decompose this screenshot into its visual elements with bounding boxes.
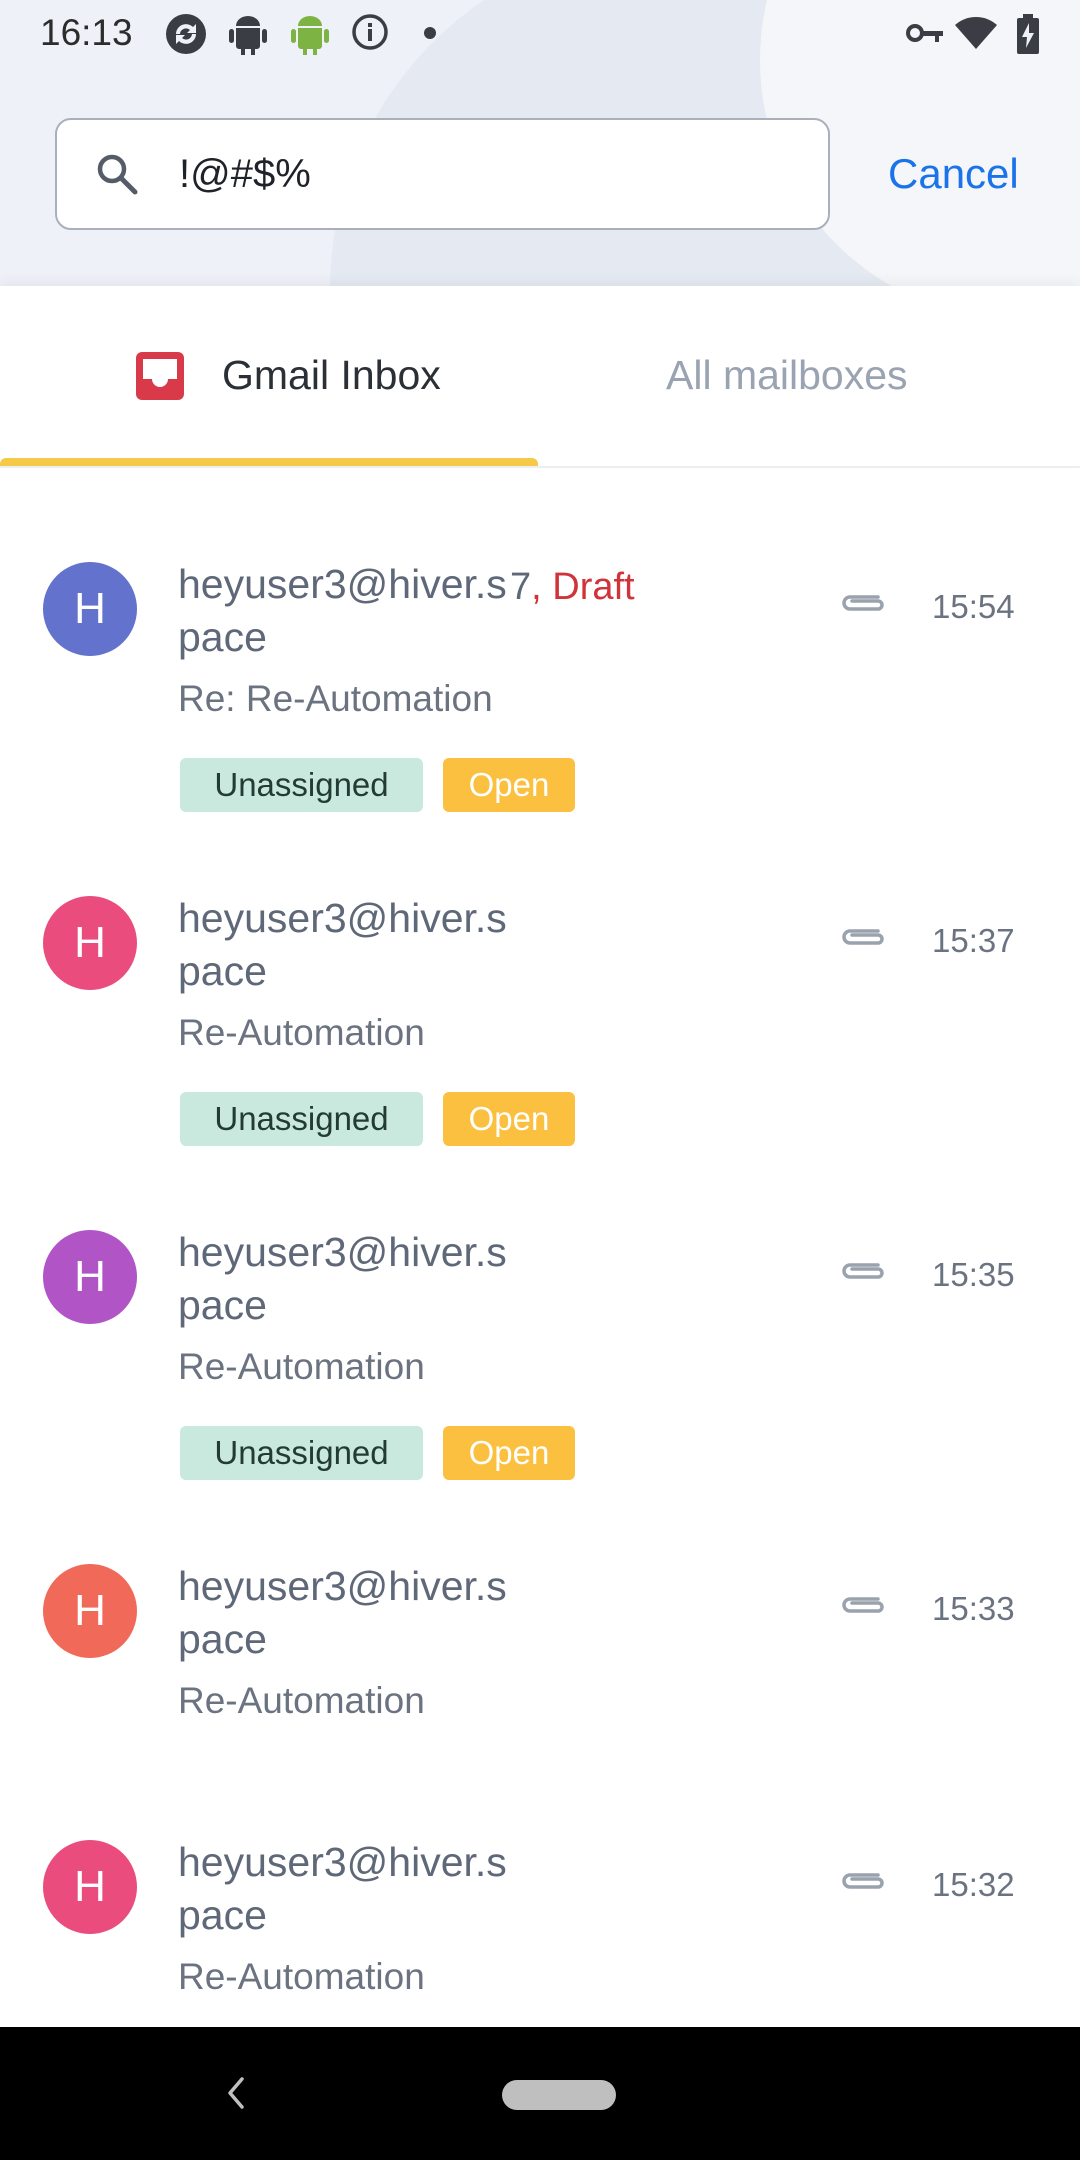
attachment-icon [838, 1866, 888, 1901]
subject: Re: Re-Automation [178, 678, 493, 719]
status-badge: Open [443, 758, 575, 812]
sender: heyuser3@hiver.space [178, 895, 507, 994]
status-badge: Open [443, 1426, 575, 1480]
email-list-item[interactable]: H heyuser3@hiver.space Re-Automation 15:… [0, 1560, 1080, 1810]
attachment-icon [838, 922, 888, 957]
sender: heyuser3@hiver.space [178, 1229, 507, 1328]
tab-gmail-inbox[interactable]: Gmail Inbox [0, 286, 540, 466]
subject: Re-Automation [178, 1346, 425, 1387]
timestamp: 15:54 [932, 588, 1015, 625]
sender: heyuser3@hiver.space [178, 561, 507, 660]
info-icon [350, 12, 390, 57]
search-header: 16:13 Cancel [0, 0, 1080, 286]
battery-charging-icon [1016, 14, 1040, 59]
dot-icon [423, 26, 437, 45]
active-tab-indicator [0, 458, 538, 466]
tab-label: Gmail Inbox [222, 352, 441, 398]
navigation-bar [0, 2027, 1080, 2160]
android-green-icon [290, 12, 330, 61]
search-input[interactable] [179, 144, 779, 204]
email-list-item[interactable]: H heyuser3@hiver.space 7, Draft Re: Re-A… [0, 558, 1080, 878]
subject: Re-Automation [178, 1680, 425, 1721]
status-badge: Unassigned [180, 1092, 423, 1146]
android-gray-icon [228, 12, 268, 61]
avatar: H [43, 1230, 137, 1324]
email-list-item[interactable]: H heyuser3@hiver.space Re-Automation 15:… [0, 1836, 1080, 2036]
status-badge: Unassigned [180, 1426, 423, 1480]
wifi-icon [954, 16, 998, 55]
search-row: Cancel [0, 118, 1080, 236]
sender: heyuser3@hiver.space [178, 1563, 507, 1662]
search-box[interactable] [55, 118, 830, 230]
search-icon [95, 152, 139, 201]
home-button[interactable] [502, 2080, 616, 2110]
status-badge: Unassigned [180, 758, 423, 812]
status-time: 16:13 [40, 12, 133, 53]
cancel-button[interactable]: Cancel [888, 150, 1019, 198]
sync-icon [164, 12, 208, 61]
timestamp: 15:35 [932, 1256, 1015, 1293]
avatar: H [43, 896, 137, 990]
tab-label: All mailboxes [666, 352, 908, 398]
email-list-item[interactable]: H heyuser3@hiver.space Re-Automation 15:… [0, 1226, 1080, 1546]
attachment-icon [838, 1590, 888, 1625]
attachment-icon [838, 588, 888, 623]
avatar: H [43, 562, 137, 656]
subject: Re-Automation [178, 1956, 425, 1997]
timestamp: 15:37 [932, 922, 1015, 959]
thread-count: 7, Draft [510, 566, 635, 608]
email-list-item[interactable]: H heyuser3@hiver.space Re-Automation 15:… [0, 892, 1080, 1212]
status-bar: 16:13 [0, 0, 1080, 66]
avatar: H [43, 1840, 137, 1934]
timestamp: 15:32 [932, 1866, 1015, 1903]
draft-label: Draft [552, 566, 635, 608]
timestamp: 15:33 [932, 1590, 1015, 1627]
sender: heyuser3@hiver.space [178, 1839, 507, 1938]
inbox-icon [134, 350, 186, 407]
avatar: H [43, 1564, 137, 1658]
tab-all-mailboxes[interactable]: All mailboxes [540, 286, 1080, 466]
vpn-key-icon [906, 20, 944, 51]
status-badge: Open [443, 1092, 575, 1146]
subject: Re-Automation [178, 1012, 425, 1053]
mailbox-tabs: Gmail Inbox All mailboxes [0, 286, 1080, 468]
attachment-icon [838, 1256, 888, 1291]
back-icon[interactable] [222, 2073, 248, 2118]
